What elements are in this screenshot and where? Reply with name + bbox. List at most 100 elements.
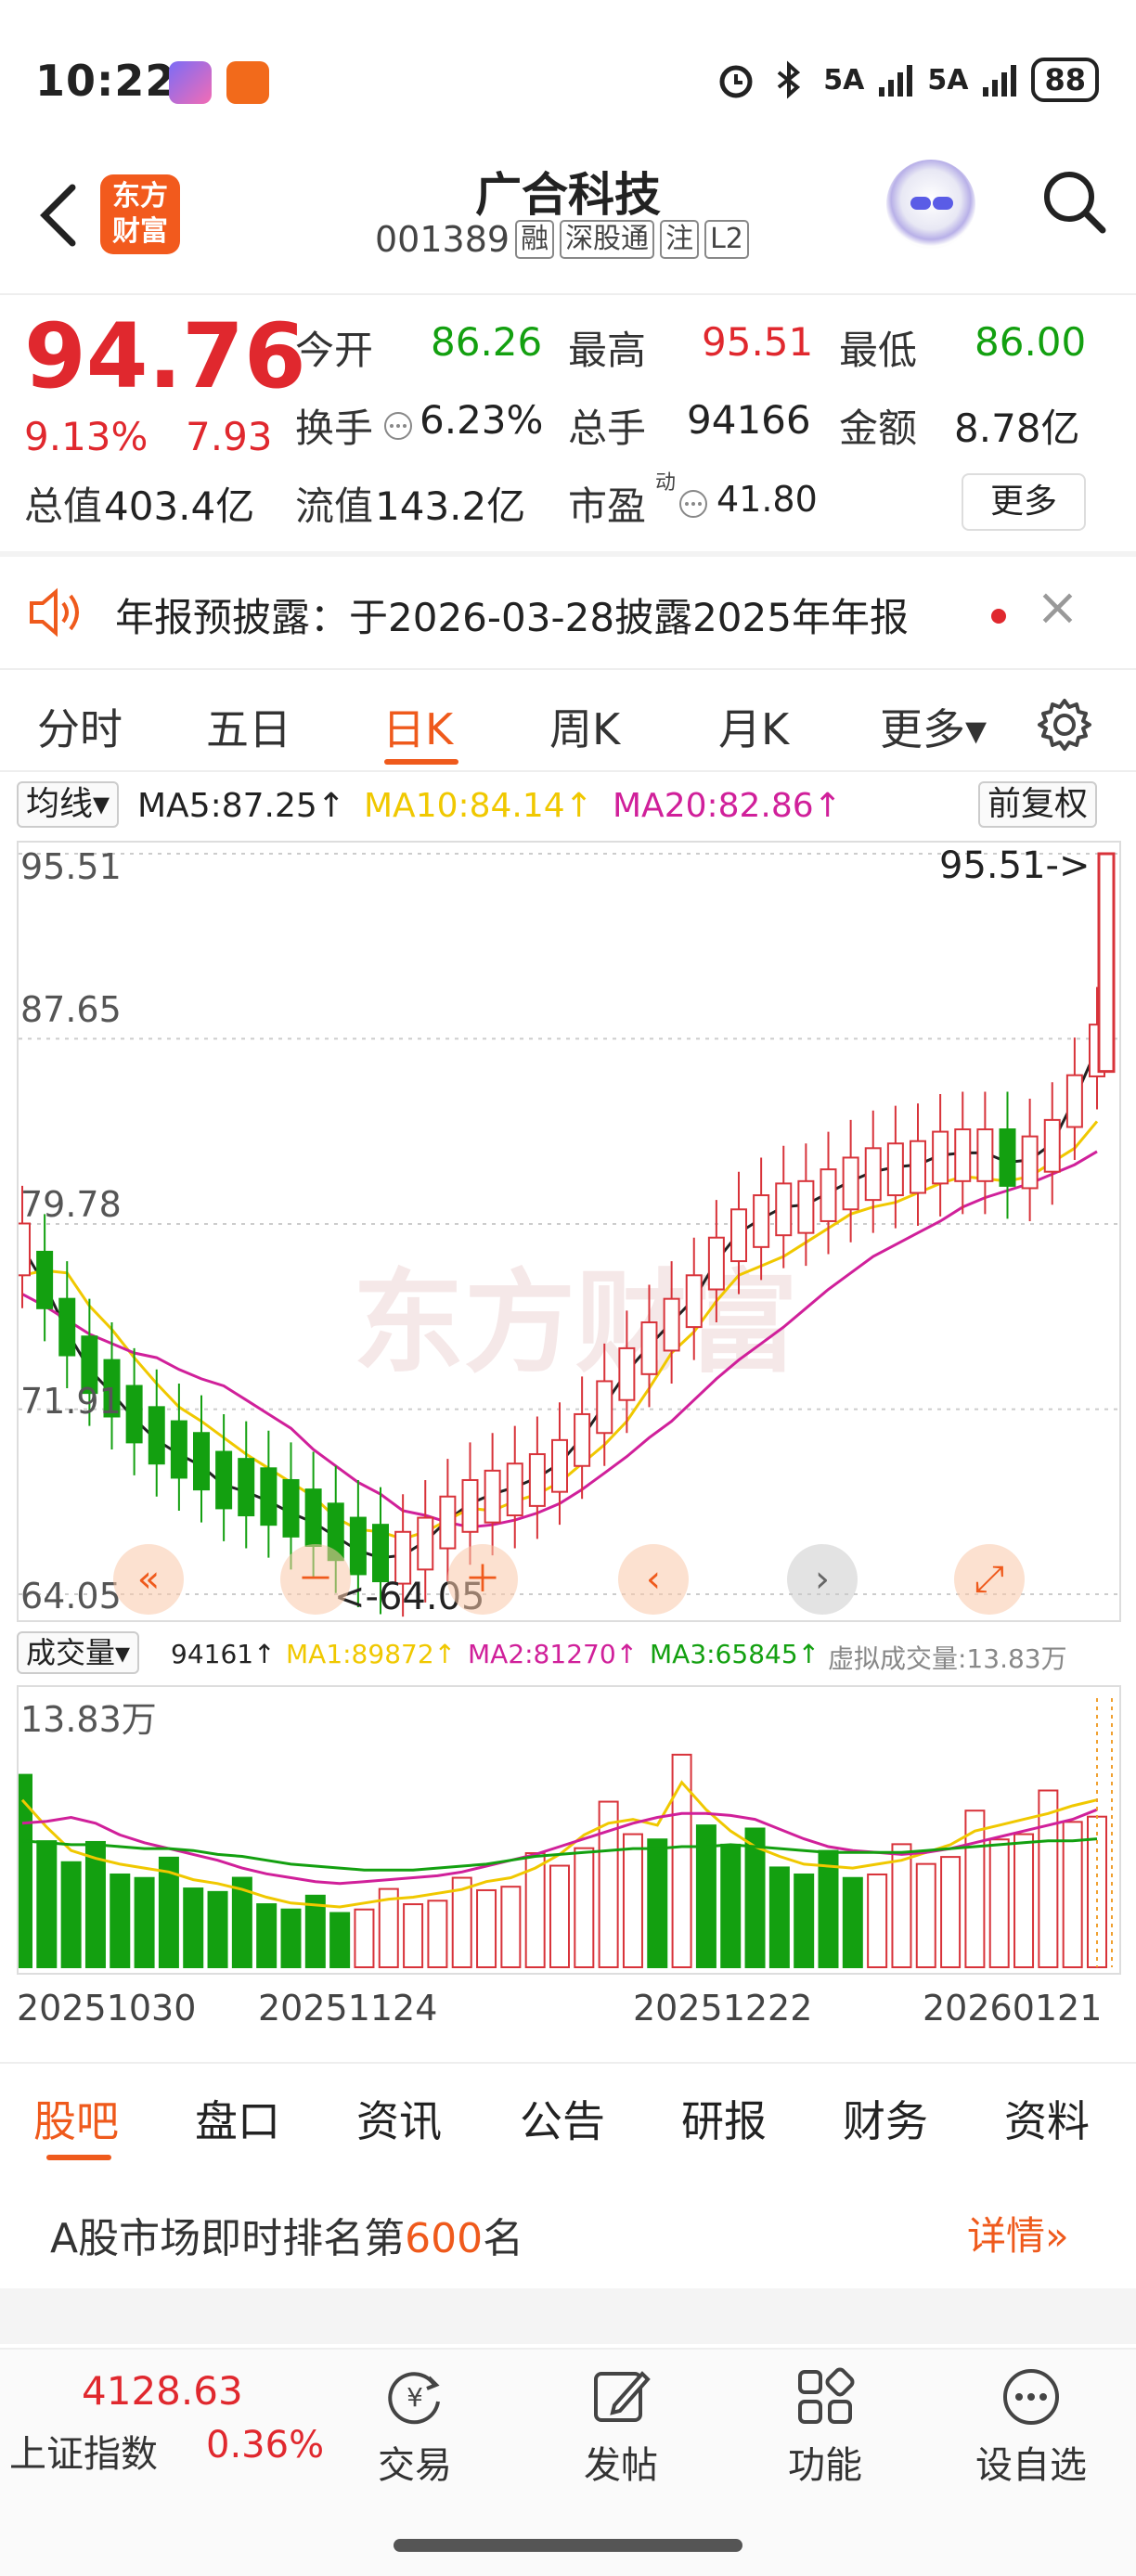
step-forward-button[interactable]: › <box>787 1544 858 1615</box>
stock-header: 东方财富 广合科技 001389 融 深股通 注 L2 <box>0 139 1136 292</box>
candle-body <box>170 1420 187 1479</box>
tab-guba[interactable]: 股吧 <box>33 2088 119 2149</box>
change-amount: 7.93 <box>186 414 273 459</box>
kline-plot <box>19 852 1119 1617</box>
rank-detail-link[interactable]: 详情» <box>967 2205 1069 2261</box>
volume-bar <box>768 1866 790 1968</box>
rank-bar[interactable]: A股市场即时排名第600名 详情» <box>0 2177 1136 2288</box>
search-icon[interactable] <box>1038 165 1108 236</box>
nav-functions-label: 功能 <box>788 2444 862 2487</box>
edit-icon <box>594 2371 651 2422</box>
nav-post[interactable]: 发帖 <box>551 2364 691 2489</box>
unread-dot <box>991 609 1006 624</box>
candle-body <box>304 1488 322 1548</box>
ai-assistant-avatar[interactable] <box>886 160 975 249</box>
amount-value: 8.78亿 <box>954 406 1080 451</box>
tab-monthly-k[interactable]: 月K <box>718 696 789 757</box>
signal-2-label: 5A <box>927 63 969 97</box>
info-icon[interactable] <box>382 410 414 442</box>
low-label: 最低 <box>839 328 918 373</box>
tab-news[interactable]: 资讯 <box>356 2088 442 2149</box>
tab-announcements[interactable]: 公告 <box>520 2088 605 2149</box>
tab-daily-k[interactable]: 日K <box>382 696 453 757</box>
candle-body <box>932 1130 949 1185</box>
candle-body <box>282 1478 300 1538</box>
candle-body <box>663 1297 680 1352</box>
tab-research[interactable]: 研报 <box>681 2088 767 2149</box>
candle-body <box>842 1156 859 1211</box>
zoom-in-button[interactable]: ＋ <box>447 1544 518 1615</box>
tab-financials[interactable]: 财务 <box>843 2088 928 2149</box>
grid-icon <box>798 2367 855 2424</box>
index-value: 4128.63 <box>82 2368 243 2414</box>
candle-body <box>954 1128 972 1182</box>
info-icon[interactable] <box>678 488 709 520</box>
volume-bar <box>574 1847 595 1968</box>
status-time: 10:22 <box>35 56 176 106</box>
candle-body <box>574 1412 591 1467</box>
candle-body <box>707 1236 725 1291</box>
candle-body <box>58 1297 76 1357</box>
low-value: 86.00 <box>975 319 1087 365</box>
candle-body <box>886 1142 904 1197</box>
tab-pankou[interactable]: 盘口 <box>195 2088 280 2149</box>
more-button[interactable]: 更多 <box>962 473 1086 531</box>
tab-more[interactable]: 更多▾ <box>880 696 987 757</box>
mktcap-value: 403.4亿 <box>104 483 255 529</box>
candle-body <box>618 1346 636 1401</box>
volume-label: 总手 <box>568 406 647 451</box>
tab-weekly-k[interactable]: 周K <box>549 696 620 757</box>
nav-trade-label: 交易 <box>378 2444 452 2487</box>
candle-body <box>417 1516 434 1571</box>
adjust-button[interactable]: 前复权 <box>978 781 1098 828</box>
speaker-icon <box>30 587 79 638</box>
notice-bar[interactable]: 年报预披露：于2026-03-28披露2025年年报 × <box>0 557 1136 668</box>
ma-selector[interactable]: 均线▾ <box>17 781 120 828</box>
rewind-fast-button[interactable]: « <box>113 1544 184 1615</box>
volume-bar <box>134 1876 155 1969</box>
candle-body <box>193 1432 210 1491</box>
status-bar: 10:22 5A 5A 88 <box>0 0 1136 139</box>
active-tab-indicator <box>384 759 458 765</box>
gear-icon[interactable] <box>1036 696 1093 753</box>
step-back-button[interactable]: ‹ <box>618 1544 689 1615</box>
tab-intraday[interactable]: 分时 <box>37 696 123 757</box>
y-tick-label: 71.91 <box>20 1381 122 1422</box>
trade-icon: ¥ <box>388 2372 440 2425</box>
volume-bar <box>329 1912 351 1969</box>
candle-body <box>528 1453 546 1507</box>
tab-profile[interactable]: 资料 <box>1004 2088 1090 2149</box>
x-tick-label: 20260121 <box>923 1988 1103 2029</box>
svg-text:¥: ¥ <box>407 2382 423 2413</box>
zoom-out-button[interactable]: － <box>280 1544 351 1615</box>
bluetooth-icon <box>778 60 801 99</box>
close-icon[interactable]: × <box>1036 577 1079 638</box>
home-indicator <box>394 2539 742 2552</box>
nav-functions[interactable]: 功能 <box>755 2364 895 2489</box>
candle-body <box>999 1128 1016 1187</box>
stock-code-row: 001389 融 深股通 注 L2 <box>375 219 749 260</box>
candle-body-last <box>1097 852 1116 1074</box>
notice-text[interactable]: 年报预披露：于2026-03-28披露2025年年报 <box>115 586 909 643</box>
nav-add-watchlist[interactable]: 设自选 <box>962 2364 1101 2489</box>
rank-number: 600 <box>405 2215 484 2262</box>
candle-body <box>260 1467 278 1526</box>
pe-sup: 动 <box>655 471 677 495</box>
app-notification-icon <box>226 61 269 104</box>
kline-chart[interactable]: 东方财富 95.51 87.65 79.78 71.91 64.05 95.51… <box>17 841 1121 1622</box>
volume-bar <box>60 1861 82 1968</box>
candle-body <box>1021 1135 1039 1190</box>
float-label: 流值 <box>295 483 374 529</box>
float-value: 143.2亿 <box>375 483 526 529</box>
volume-bar <box>36 1840 58 1968</box>
indicator-selector[interactable]: 成交量▾ <box>17 1631 140 1674</box>
tag-shenguton: 深股通 <box>560 220 655 259</box>
candle-body <box>864 1147 882 1202</box>
content-tabs: 股吧 盘口 资讯 公告 研报 财务 资料 <box>0 2062 1136 2173</box>
volume-bar <box>403 1903 424 1968</box>
tab-five-day[interactable]: 五日 <box>206 696 291 757</box>
fullscreen-button[interactable]: ⤢ <box>954 1544 1025 1615</box>
volume-chart[interactable]: 13.83万 <box>17 1685 1121 1975</box>
nav-trade[interactable]: ¥ 交易 <box>345 2364 484 2489</box>
battery-icon: 88 <box>1031 58 1099 102</box>
